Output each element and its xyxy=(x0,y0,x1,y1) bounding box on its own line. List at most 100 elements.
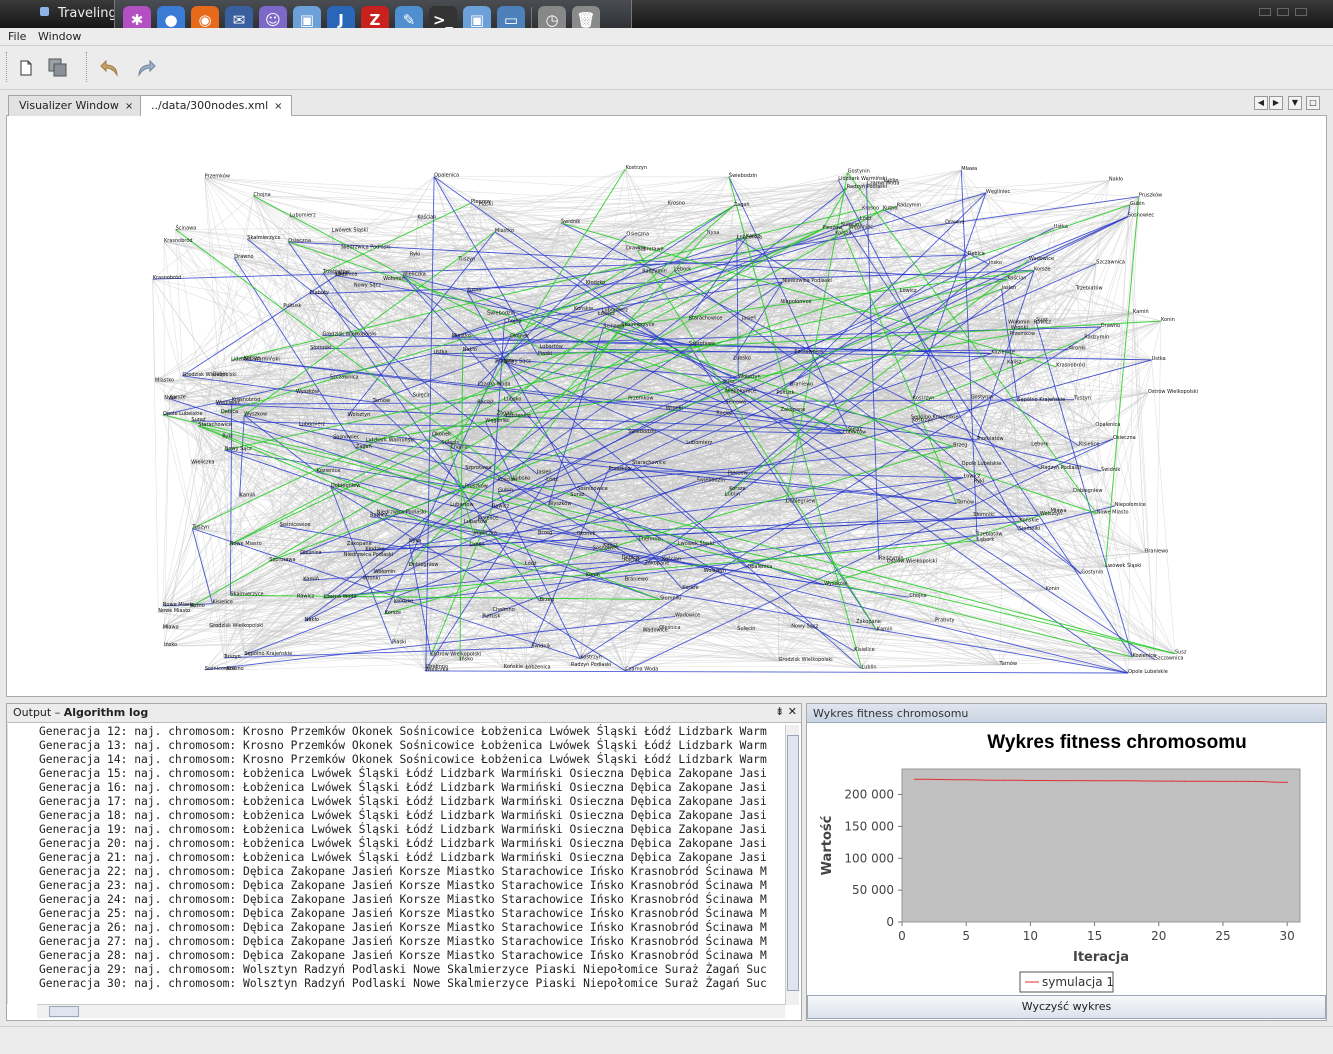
graph-edge xyxy=(152,279,159,613)
node-label: Słomniki xyxy=(660,596,681,602)
vertical-scrollbar[interactable] xyxy=(785,725,799,1005)
x-tick-label: 0 xyxy=(898,929,906,943)
node-label: Wronki xyxy=(1069,346,1086,352)
node-label: Ryki xyxy=(222,434,232,440)
node-label: Ińsko xyxy=(460,656,473,663)
menu-bar: File Window xyxy=(0,28,1333,46)
scroll-right-icon[interactable]: ▶ xyxy=(1269,96,1283,110)
data-point xyxy=(1068,780,1070,782)
node-label: Gostynin xyxy=(1081,570,1103,576)
node-label: Wolsztyn xyxy=(704,568,726,574)
node-label: Kutno xyxy=(190,603,204,609)
x-tick-label: 5 xyxy=(962,929,970,943)
node-label: Kościan xyxy=(417,214,436,221)
node-label: Łobżenica xyxy=(525,665,551,671)
tab-visualizer-window[interactable]: Visualizer Window × xyxy=(8,95,143,116)
node-label: Drawno xyxy=(234,254,253,260)
vertical-scroll-thumb[interactable] xyxy=(787,735,799,991)
redo-icon[interactable] xyxy=(134,56,158,80)
node-label: Lębork xyxy=(977,537,994,543)
node-label: Kamiń xyxy=(240,492,256,499)
minimize-button[interactable] xyxy=(1259,8,1271,16)
node-label: Chojna xyxy=(909,593,926,599)
data-point xyxy=(1081,780,1083,782)
new-file-icon[interactable] xyxy=(14,56,38,80)
node-label: Lublin xyxy=(725,492,740,498)
maximize-icon[interactable]: □ xyxy=(1306,96,1320,110)
data-point xyxy=(1004,779,1006,781)
node-label: Kłodzko xyxy=(394,599,413,605)
node-label: Brzeg xyxy=(538,530,552,536)
node-label: Wronki xyxy=(666,405,683,411)
node-label: Jasień xyxy=(1001,284,1017,291)
node-label: Chełmno xyxy=(493,607,515,613)
node-label: Tuszyn xyxy=(457,257,475,263)
node-label: Nowy Sącz xyxy=(225,446,252,452)
node-label: Miastko xyxy=(155,378,174,384)
tab-close-icon[interactable]: × xyxy=(274,101,282,112)
node-label: Łobżenica xyxy=(736,234,762,240)
path-edge xyxy=(425,670,1129,674)
node-label: Korsze xyxy=(244,356,260,362)
x-tick-label: 25 xyxy=(1215,929,1230,943)
scroll-left-icon[interactable]: ◀ xyxy=(1254,96,1268,110)
tab-list-icon[interactable]: ▼ xyxy=(1288,96,1302,110)
node-label: Szczawnica xyxy=(330,374,359,380)
node-label: Czarna Woda xyxy=(324,594,357,600)
tab-300nodes-xml[interactable]: ../data/300nodes.xml × xyxy=(140,95,292,117)
node-label: Zakopane xyxy=(856,619,881,625)
node-label: Korsze xyxy=(1034,267,1050,273)
log-line: Generacja 18: naj. chromosom: Łobżenica … xyxy=(39,809,767,822)
node-label: Krosno xyxy=(668,200,685,206)
node-label: Wieliczka xyxy=(402,271,425,277)
close-button[interactable] xyxy=(1295,8,1307,16)
node-label: Korsze xyxy=(835,230,851,236)
data-point xyxy=(1042,779,1044,782)
x-axis-label: Iteracja xyxy=(1073,950,1129,965)
node-label: Prabuty xyxy=(310,290,329,296)
minimize-panel-icon[interactable]: ⇟ xyxy=(775,705,784,718)
graph-visualizer[interactable]: Nowe Miasto Wieliczka Lublin Dobiegniew Nied… xyxy=(6,116,1327,697)
close-panel-icon[interactable]: ✕ xyxy=(788,705,797,718)
maximize-button[interactable] xyxy=(1277,8,1289,16)
node-label: Przemków xyxy=(205,173,230,180)
horizontal-scrollbar[interactable] xyxy=(37,1004,785,1018)
node-label: Żagań xyxy=(734,201,750,208)
save-all-icon[interactable] xyxy=(46,56,70,80)
node-label: Debica xyxy=(221,409,238,415)
graph-canvas[interactable]: Nowe Miasto Wieliczka Lublin Dobiegniew Nied… xyxy=(7,116,1327,697)
node-label: Mława xyxy=(961,166,977,172)
fitness-chart: Wykres fitness chromosomu 0 50 000 100 000 1… xyxy=(820,732,1301,993)
node-label: Nowy Sącz xyxy=(504,358,531,364)
node-label: Węgliniec xyxy=(986,189,1011,195)
node-label: Trzebiatów xyxy=(322,268,350,275)
node-label: Grodzisk Wielkopolski xyxy=(183,372,237,378)
undo-icon[interactable] xyxy=(98,56,122,80)
node-label: Lębork xyxy=(1031,442,1048,448)
node-label: Ostrów Wielkopolski xyxy=(431,651,481,658)
node-label: Lubomierz xyxy=(299,421,325,427)
node-label: Sulęcin xyxy=(737,626,755,632)
menu-window[interactable]: Window xyxy=(38,30,81,43)
node-label: Kalisz xyxy=(1007,360,1022,366)
node-label: Szczawnica xyxy=(794,349,823,355)
node-label: Krasnobród xyxy=(164,237,193,244)
data-point xyxy=(914,778,916,780)
node-label: Węgliniec xyxy=(216,400,241,406)
node-label: Braniewo xyxy=(790,382,813,388)
node-label: Zakopane xyxy=(645,561,670,567)
algorithm-log-text[interactable]: Generacja 12: naj. chromosom: Krosno Prz… xyxy=(7,724,785,1004)
node-label: Nowe Miasto xyxy=(1097,510,1129,516)
menu-file[interactable]: File xyxy=(8,30,26,43)
node-label: Pleszew xyxy=(728,471,748,477)
data-point xyxy=(1094,780,1096,782)
node-label: Pruszków xyxy=(465,483,488,490)
clear-chart-button[interactable]: Wyczyść wykres xyxy=(807,995,1326,1019)
horizontal-scroll-thumb[interactable] xyxy=(49,1006,79,1017)
window-controls xyxy=(1259,8,1307,16)
tab-close-icon[interactable]: × xyxy=(125,101,133,112)
node-label: Opole Lubelskie xyxy=(962,461,1002,467)
node-label: Sulęcin xyxy=(841,222,859,228)
node-label: Ińsko xyxy=(989,259,1002,266)
node-label: Czarna Woda xyxy=(625,667,658,673)
